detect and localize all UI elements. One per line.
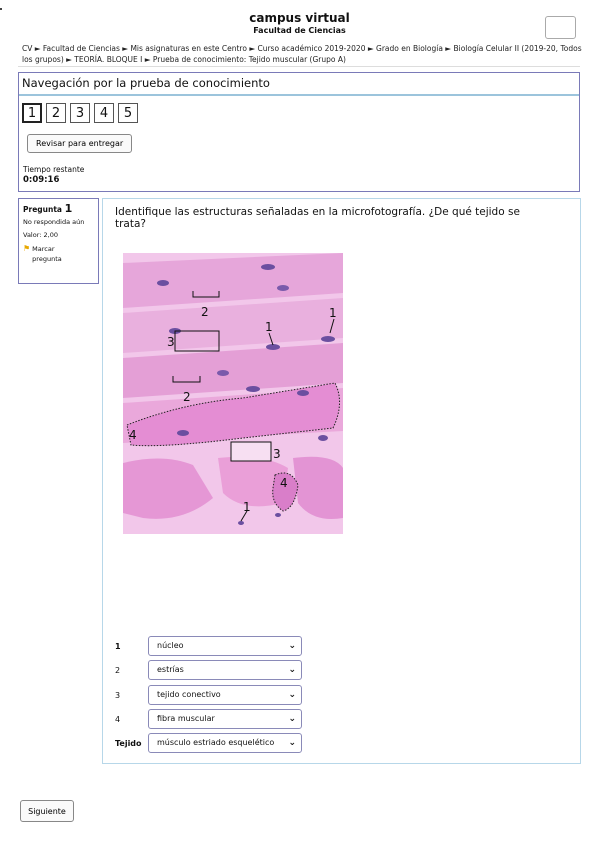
answer-select-2[interactable]: estrías ⌄	[148, 660, 302, 680]
image-label: 4	[129, 428, 137, 442]
question-nav-button-1[interactable]: 1	[22, 103, 42, 123]
question-nav-button-3[interactable]: 3	[70, 103, 90, 123]
answer-row-1: 1 núcleo ⌄	[115, 636, 302, 656]
answer-row-3: 3 tejido conectivo ⌄	[115, 685, 302, 705]
quiz-navigation-title: Navegación por la prueba de conocimiento	[19, 73, 579, 96]
answer-label: Tejido	[115, 738, 142, 748]
answer-value: estrías	[157, 665, 184, 674]
answer-value: tejido conectivo	[157, 690, 221, 699]
nucleus	[318, 435, 328, 441]
answer-row-4: 4 fibra muscular ⌄	[115, 709, 302, 729]
question-value: Valor: 2,00	[23, 231, 58, 239]
chevron-down-icon: ⌄	[288, 714, 296, 724]
time-remaining-value: 0:09:16	[23, 175, 60, 185]
micrograph-image: 2 1 1 3 2 4 3 4 1	[123, 253, 343, 534]
nucleus	[157, 280, 169, 286]
answer-select-tejido[interactable]: músculo estriado esquelético ⌄	[148, 733, 302, 753]
question-nav-button-4[interactable]: 4	[94, 103, 114, 123]
nucleus	[217, 370, 229, 376]
question-nav-button-5[interactable]: 5	[118, 103, 138, 123]
review-submit-button[interactable]: Revisar para entregar	[27, 134, 133, 153]
answer-label: 4	[115, 714, 121, 724]
answer-value: fibra muscular	[157, 714, 215, 723]
question-info-box: Pregunta 1 No respondida aún Valor: 2,00…	[18, 198, 99, 284]
breadcrumb[interactable]: CV ► Facultad de Ciencias ► Mis asignatu…	[22, 43, 582, 65]
nucleus	[238, 521, 244, 525]
image-label: 4	[280, 476, 288, 490]
nucleus	[277, 285, 289, 291]
corner-dot	[0, 8, 2, 10]
chevron-down-icon: ⌄	[288, 641, 296, 651]
image-label: 1	[243, 500, 251, 514]
nucleus	[297, 390, 309, 396]
site-name[interactable]: campus virtual	[0, 12, 599, 25]
flag-question-link[interactable]: ⚑ Marcar pregunta	[23, 244, 94, 264]
time-remaining-label: Tiempo restante	[23, 165, 85, 174]
flag-icon: ⚑	[23, 244, 31, 253]
next-button[interactable]: Siguiente	[20, 800, 74, 822]
faculty-name: Facultad de Ciencias	[253, 26, 346, 35]
question-text: Identifique las estructuras señaladas en…	[115, 206, 520, 230]
nucleus	[246, 386, 260, 392]
nucleus	[275, 513, 281, 517]
chevron-down-icon: ⌄	[288, 665, 296, 675]
answer-select-3[interactable]: tejido conectivo ⌄	[148, 685, 302, 705]
chevron-down-icon: ⌄	[288, 738, 296, 748]
question-content: Identifique las estructuras señaladas en…	[102, 198, 581, 764]
image-label: 2	[183, 390, 191, 404]
answer-select-1[interactable]: núcleo ⌄	[148, 636, 302, 656]
answer-label: 1	[115, 641, 121, 651]
image-label: 3	[273, 447, 281, 461]
answer-row-2: 2 estrías ⌄	[115, 660, 302, 680]
box-marker	[230, 441, 272, 462]
question-status: No respondida aún	[23, 218, 85, 226]
question-nav-button-2[interactable]: 2	[46, 103, 66, 123]
image-label: 1	[329, 306, 337, 320]
nucleus	[261, 264, 275, 270]
question-number: 1	[64, 202, 73, 215]
user-menu-button[interactable]	[545, 16, 576, 39]
question-label: Pregunta 1	[23, 202, 94, 215]
image-label: 1	[265, 320, 273, 334]
answer-value: núcleo	[157, 641, 184, 650]
question-label-text: Pregunta	[23, 205, 62, 214]
nucleus	[177, 430, 189, 436]
site-header: campus virtual Facultad de Ciencias	[0, 12, 599, 36]
question-number-list: 1 2 3 4 5	[22, 103, 138, 123]
answer-label: 2	[115, 665, 121, 675]
answer-select-4[interactable]: fibra muscular ⌄	[148, 709, 302, 729]
divider	[18, 66, 580, 67]
answer-row-tejido: Tejido músculo estriado esquelético ⌄	[115, 733, 302, 753]
quiz-navigation-panel: Navegación por la prueba de conocimiento…	[18, 72, 580, 192]
nucleus	[321, 336, 335, 342]
answer-value: músculo estriado esquelético	[157, 738, 275, 747]
chevron-down-icon: ⌄	[288, 690, 296, 700]
flag-question-text: Marcar pregunta	[32, 245, 62, 263]
image-label: 3	[167, 335, 175, 349]
answer-label: 3	[115, 690, 121, 700]
image-label: 2	[201, 305, 209, 319]
